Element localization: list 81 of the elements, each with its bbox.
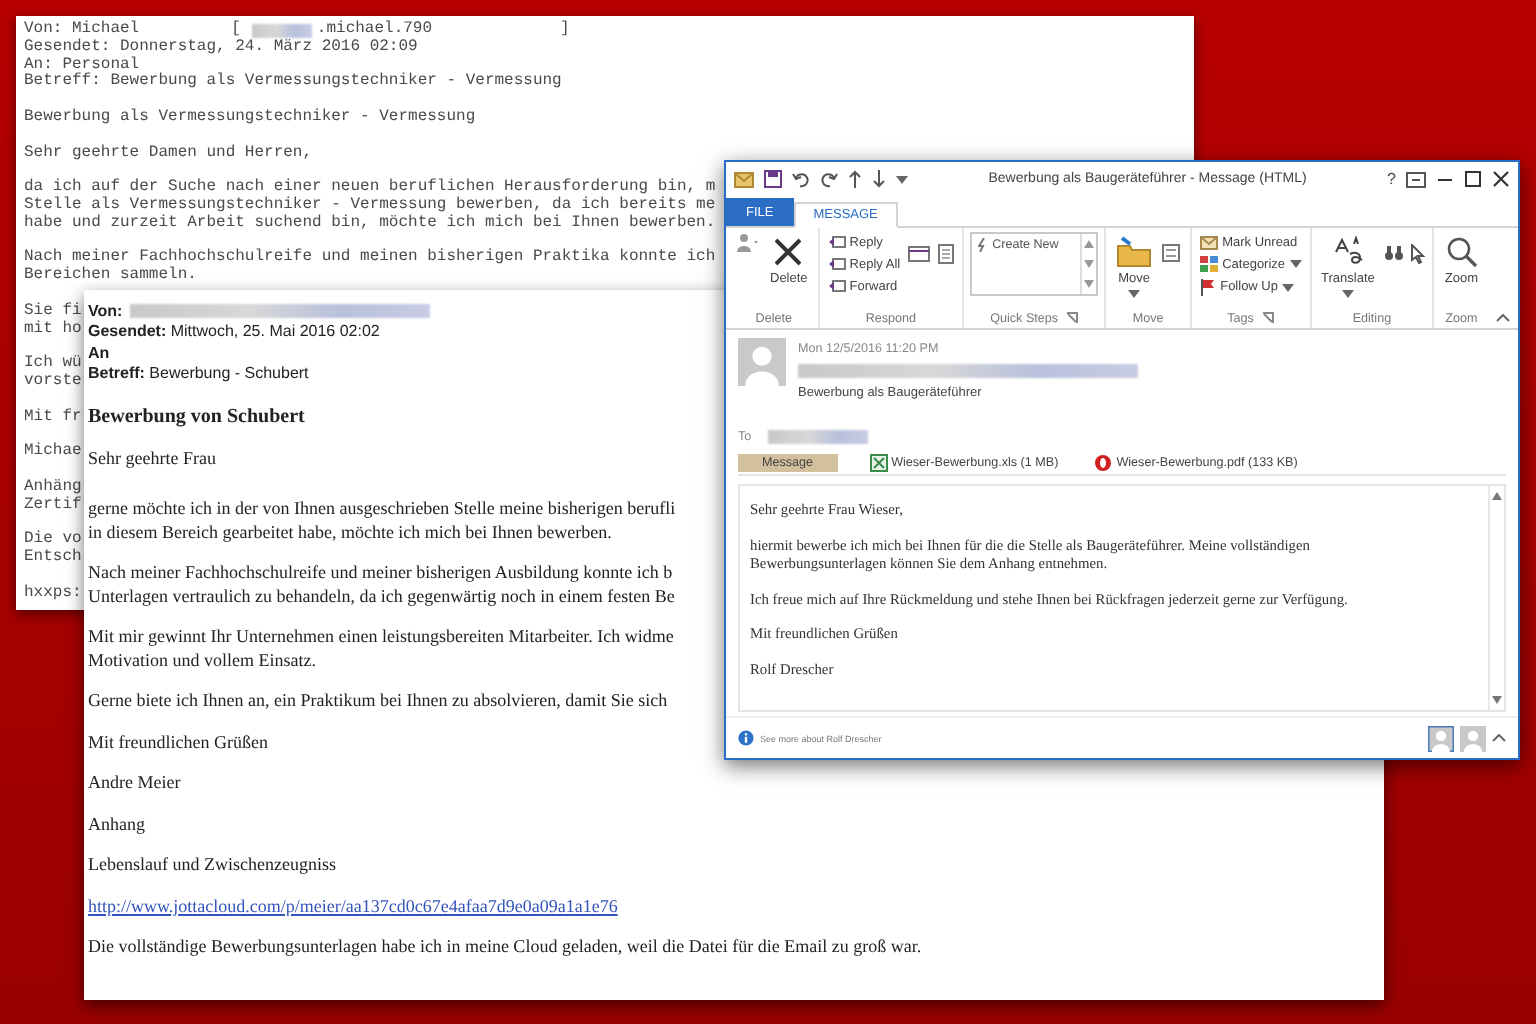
email-paragraph: Mit mir gewinnt Ihr Unternehmen einen leistungsbereiten Mitarbeiter. Ich widme Motivation und vollem Einsatz. [88,626,674,672]
email-paragraph: Die vo Entsch [24,532,82,568]
binoculars-icon[interactable] [1384,244,1405,262]
blurred-text [767,429,868,443]
delete-icon [772,236,805,268]
email-paragraph: Nach meiner Fachhochschulreife und meiner bisherigen Ausbildung konnte ich b Unterlagen vertraulich zu behandeln, da ich gegenwärtig noch in einem festen Be [88,562,675,608]
reply-all-icon [827,256,846,272]
email-paragraph: gerne möchte ich in der von Ihnen ausgeschrieben Stelle meine bisherigen berufli in diesem Bereich gearbeitet habe, möchte ich mich bei Ihnen bewerben. [88,498,676,544]
caret-icon[interactable] [896,175,908,183]
header-field: Von: [88,301,123,320]
email-greeting: Sehr geehrte Frau [88,447,216,470]
dialog-launcher-icon[interactable] [1261,312,1274,324]
scroll-down-icon[interactable] [1492,696,1502,704]
header-field: An [88,343,110,362]
calendar-icon[interactable] [908,244,931,262]
email-paragraph: Gerne biete ich Ihnen an, ein Praktikum bei Ihnen zu absolvieren, damit Sie sich [88,690,668,713]
header-field: Betreff: Bewerbung - Schubert [88,364,309,383]
email-paragraph: Anhang [88,813,145,836]
collapse-ribbon-icon[interactable] [1496,314,1510,322]
email-paragraph: Sehr geehrte Damen und Herren, [24,145,313,163]
email-paragraph: Mit freundlichen Grüßen [88,731,268,754]
up-arrow-icon[interactable] [848,170,862,188]
spreadsheet-icon [869,453,888,471]
email-paragraph: hxxps: [24,585,82,603]
flag-icon [1200,278,1217,296]
bracket-text: ] [560,22,570,40]
scroll-down-icon[interactable] [1084,260,1095,268]
help-button[interactable]: ? [1387,170,1396,188]
email-paragraph: da ich auf der Suche nach einer neuen beruflichen Herausforderung bin, m Stelle als Vermessungstechniker - Vermessung bewerben, da ich bereits me habe und zurzeit Arbeit suchend bin, möchte ich mich bei Ihnen bewerben. [24,180,716,234]
folder-icon [1116,236,1153,268]
email-paragraph: Anhäng Zertif [24,479,82,515]
save-icon[interactable] [764,170,782,188]
ribbon-display-icon[interactable] [1406,171,1426,187]
cloud-link[interactable]: http://www.jottacloud.com/p/meier/aa137cd0c67e4afaa7d9e0a09a1a1e76 [88,895,618,918]
scrollbar[interactable] [1488,486,1504,710]
zoom-icon [1445,236,1478,268]
maximize-icon[interactable] [1464,170,1482,188]
email-paragraph: Die vollständige Bewerbungsunterlagen habe ich in meine Cloud geladen, weil die Datei für die Email zu groß war. [88,936,922,959]
collapse-ribbon-icon[interactable] [1492,734,1506,742]
header-line: Gesendet: Donnerstag, 24. März 2016 02:09 [24,39,420,56]
reply-icon [827,234,846,250]
envelope-icon[interactable] [734,171,754,187]
people-icon[interactable] [736,232,760,252]
undo-icon[interactable] [792,170,810,188]
cursor-icon[interactable] [1410,244,1427,264]
caret-icon [1289,260,1302,268]
caret-icon [1341,290,1354,298]
sender-line: Von: Michael [24,22,140,38]
bracket-text: [ [231,22,241,39]
dialog-launcher-icon[interactable] [1066,312,1079,324]
email-paragraph: Nach meiner Fachhochschulreife und meinen bisherigen Praktika konnte ich Bereichen sammeln. [24,250,716,286]
forward-icon [827,278,846,294]
email-paragraph: Michae [24,444,82,462]
email-heading: Bewerbung von Schubert [88,406,305,429]
envelope-icon [1200,234,1219,250]
email-paragraph: Andre Meier [88,772,181,795]
contact-avatar-icon [1460,725,1486,751]
info-icon [738,730,754,746]
email-address: .michael.790 [316,22,433,39]
blurred-text [252,23,313,38]
contact-avatar-icon [1428,725,1454,751]
email-paragraph: Bewerbung als Vermessungstechniker - Vermessung [24,109,476,128]
email-paragraph: Mit fr [24,409,82,427]
caret-icon [1128,290,1141,298]
scroll-up-icon[interactable] [1084,240,1095,248]
document-icon[interactable] [936,244,957,264]
email-paragraph: Ich wü vorste [24,356,82,392]
email-paragraph: Sie fi mit ho [24,303,82,339]
redo-icon[interactable] [820,170,838,188]
lightning-icon [978,238,987,252]
header-line: Betreff: Bewerbung als Vermessungstechniker - Vermessung [24,74,564,93]
email-paragraph: Lebenslauf und Zwischenzeugniss [88,854,336,877]
translate-icon [1331,236,1364,268]
header-field: Gesendet: Mittwoch, 25. Mai 2016 02:02 [88,322,380,341]
avatar-silhouette-icon [738,338,786,386]
pdf-icon [1094,453,1113,471]
category-icon [1200,256,1219,272]
close-icon[interactable] [1492,170,1510,188]
scroll-up-icon[interactable] [1492,492,1502,500]
down-arrow-icon[interactable] [872,170,886,188]
header-line: An: Personal [24,57,140,74]
